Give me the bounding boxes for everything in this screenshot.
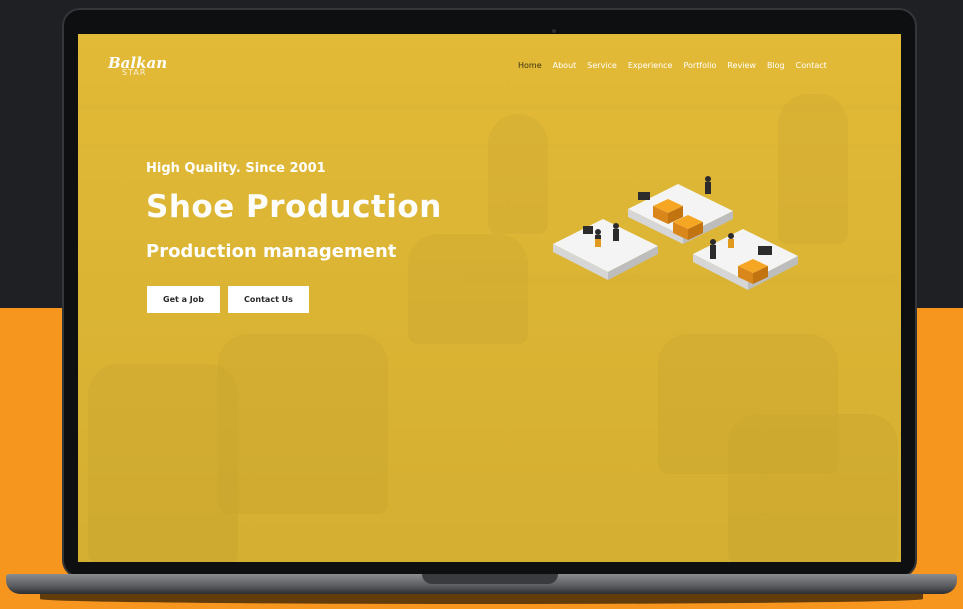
isometric-office-illustration-icon xyxy=(553,176,798,290)
camera-icon xyxy=(552,29,556,33)
contact-us-button[interactable]: Contact Us xyxy=(228,286,309,313)
get-a-job-button[interactable]: Get a Job xyxy=(147,286,220,313)
main-nav: Home About Service Experience Portfolio … xyxy=(518,61,827,70)
hero-subtitle: Production management xyxy=(146,241,397,262)
nav-contact[interactable]: Contact xyxy=(796,61,827,70)
nav-portfolio[interactable]: Portfolio xyxy=(683,61,716,70)
nav-blog[interactable]: Blog xyxy=(767,61,785,70)
hero-title: Shoe Production xyxy=(146,189,442,225)
nav-about[interactable]: About xyxy=(553,61,577,70)
nav-experience[interactable]: Experience xyxy=(628,61,673,70)
nav-service[interactable]: Service xyxy=(587,61,617,70)
laptop-screen: Balkan STAR Home About Service Experienc… xyxy=(78,34,901,562)
hero-eyebrow: High Quality. Since 2001 xyxy=(146,161,326,176)
brand-logo-sub: STAR xyxy=(122,68,147,77)
nav-review[interactable]: Review xyxy=(727,61,756,70)
laptop-notch xyxy=(422,574,558,584)
nav-home[interactable]: Home xyxy=(518,61,542,70)
laptop-shadow xyxy=(40,594,923,604)
